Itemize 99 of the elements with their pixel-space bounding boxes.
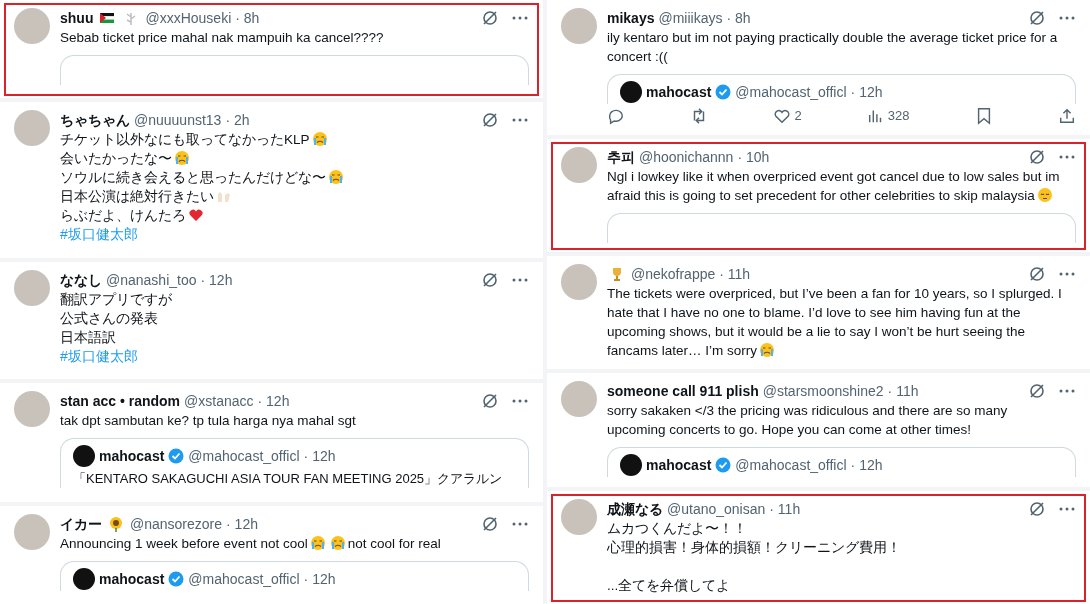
tweet-text: fancams later… I’m sorry — [607, 343, 758, 359]
tweet-text: Ngl i lowkey like it when overpriced event got cancel due to low sales but im — [607, 168, 1060, 184]
tweet-text: upcoming concerts to go. Hope you can come at other times! — [607, 422, 971, 438]
post-time: · 8h — [235, 9, 260, 28]
share-icon — [1057, 106, 1076, 125]
user-handle: @nansorezore — [130, 514, 223, 534]
tweet-text: 日本語訳 — [60, 329, 116, 345]
post-time: · 10h — [737, 147, 770, 167]
user-handle: @nanashi_too — [106, 270, 197, 290]
display-name: mahocast — [646, 456, 712, 475]
grok-icon[interactable] — [481, 9, 499, 27]
tweet-text: 日本公演は絶対行きたい — [60, 189, 214, 205]
user-handle: @miiikays — [658, 9, 723, 28]
user-handle: @mahocast_officl — [188, 447, 300, 466]
grok-icon[interactable] — [1028, 499, 1046, 518]
tweet-text: not cool for real — [347, 535, 441, 551]
post-time: · 12h — [303, 447, 336, 466]
post-time: · 11h — [719, 265, 751, 285]
post-time: · 12h — [257, 392, 290, 412]
post-time: · 11h — [887, 382, 919, 402]
tweet-text: upcoming shows, but it would be a lie to say I won’t be hurt seeing the — [607, 324, 1025, 340]
quoted-post-card[interactable]: mahocast @mahocast_officl · 12h — [607, 447, 1076, 478]
display-name: ななし — [60, 270, 102, 290]
tweet-text: ムカつくんだよ〜！！ — [607, 520, 747, 536]
tweet-text: 公式さんの発表 — [60, 310, 158, 326]
verified-badge-icon — [715, 457, 732, 474]
user-handle: @mahocast_officl — [735, 456, 847, 475]
heart-button[interactable]: 2 — [773, 106, 802, 126]
tweet-text: hate that I have no one to blame. I’d love to see him having fun at the — [607, 305, 1021, 321]
grok-icon[interactable] — [481, 111, 499, 130]
quoted-post-text: 「KENTARO SAKAGUCHI ASIA TOUR FAN MEETING 2025」クアラルン — [73, 470, 504, 489]
user-handle: @mahocast_officl — [188, 569, 300, 588]
verified-badge-icon — [168, 570, 185, 587]
heart-emoji-icon — [188, 207, 204, 224]
display-name: mahocast — [646, 83, 712, 101]
tweet-text: らぶだよ、けんたろ — [60, 208, 186, 224]
verified-badge-icon — [168, 448, 185, 465]
display-name: イカー — [60, 514, 102, 534]
user-handle: @utano_onisan — [667, 499, 766, 519]
user-handle: @xxxHouseki — [145, 9, 232, 28]
tweet-text: 心理的損害！身体的損額！クリーニング費用！ — [607, 539, 901, 555]
tweet-text: The tickets were overpriced, but I’ve been a fan for 10 years, so I splurged. I — [607, 286, 1062, 302]
verified-badge-icon — [715, 84, 732, 100]
crying-face-emoji-icon — [174, 150, 190, 167]
display-name: 成瀬なる — [607, 499, 663, 519]
display-name: ちゃちゃん — [60, 111, 130, 131]
display-name: 추피 — [607, 147, 635, 167]
share-button[interactable] — [1057, 106, 1076, 125]
crying-face-emoji-icon — [329, 534, 346, 551]
tweet-text: 会いたかったな〜 — [60, 151, 172, 167]
tweet-text: tak dpt sambutan ke? tp tula harga nya mahal sgt — [60, 413, 356, 429]
tweet-text: afraid this is going to set precedent for other celebrities to skip malaysia — [607, 187, 1035, 203]
user-handle: @hoonichannn — [639, 147, 734, 167]
display-name: mikays — [607, 9, 655, 28]
crying-face-emoji-icon — [309, 534, 326, 551]
grok-icon[interactable] — [481, 392, 499, 411]
display-name: someone call 911 plish — [607, 382, 759, 402]
pensive-face-emoji-icon — [1036, 186, 1053, 203]
tweet-text: Sebab ticket price mahal nak mampuih ka cancel???? — [60, 30, 384, 45]
quoted-post-card[interactable]: mahocast @mahocast_officl · 12h — [607, 74, 1076, 104]
display-name: mahocast — [99, 569, 165, 588]
grok-icon[interactable] — [1028, 147, 1046, 166]
post-time: · 11h — [769, 499, 801, 519]
user-handle: @mahocast_officl — [735, 83, 847, 101]
user-handle: @nuuuunst13 — [134, 111, 222, 131]
crying-face-emoji-icon — [328, 169, 344, 186]
flag-emoji-icon — [99, 10, 116, 26]
grok-icon[interactable] — [481, 514, 499, 533]
tweet-text: Announcing 1 week before event not cool — [60, 535, 308, 551]
display-name: stan acc • random — [60, 392, 181, 412]
user-handle: @nekofrappe — [631, 265, 716, 285]
post-time: · 12h — [850, 456, 883, 475]
post-time: · 12h — [200, 270, 233, 290]
post-time: · 12h — [303, 569, 336, 588]
grok-icon[interactable] — [1028, 382, 1046, 401]
tweet-text: ily kentaro but im not paying practically double the average ticket price for a — [607, 30, 1058, 45]
post-time: · 12h — [850, 83, 883, 101]
post-time: · 2h — [225, 111, 250, 131]
crying-face-emoji-icon — [311, 131, 328, 148]
quoted-post-card[interactable]: mahocast @mahocast_officl · 12h 「KENTARO SAKAGUCHI ASIA TOUR FAN MEETING 2025」クアラルン — [60, 438, 529, 489]
tweet-text: 翻訳アプリですが — [60, 291, 172, 307]
tweet-text: ソウルに続き会えると思ったんだけどな〜 — [60, 170, 326, 186]
grok-icon[interactable] — [1028, 265, 1046, 284]
grok-icon[interactable] — [481, 270, 499, 289]
tweet-text: concert :(( — [607, 49, 668, 64]
post-time: · 8h — [726, 9, 751, 28]
crying-face-emoji-icon — [759, 342, 776, 359]
tweet-text: sorry sakaken </3 the pricing was ridiculous and there are so many — [607, 403, 1008, 419]
quoted-post-card[interactable]: mahocast @mahocast_officl · 12h — [60, 560, 529, 591]
display-name: shuu — [60, 9, 94, 28]
sunflower-emoji-icon — [108, 515, 124, 532]
user-handle: @xstanacc — [184, 392, 254, 412]
user-handle: @starsmoonshine2 — [762, 382, 884, 402]
grok-icon[interactable] — [1028, 9, 1046, 27]
tweet-text: チケット以外なにも取ってなかったKLP — [60, 132, 310, 148]
display-name: mahocast — [99, 447, 165, 466]
post-time: · 12h — [226, 514, 258, 534]
bar-chart-button[interactable]: 328 — [866, 106, 910, 126]
tweet-text: ...全てを弁償してよ — [607, 577, 731, 593]
